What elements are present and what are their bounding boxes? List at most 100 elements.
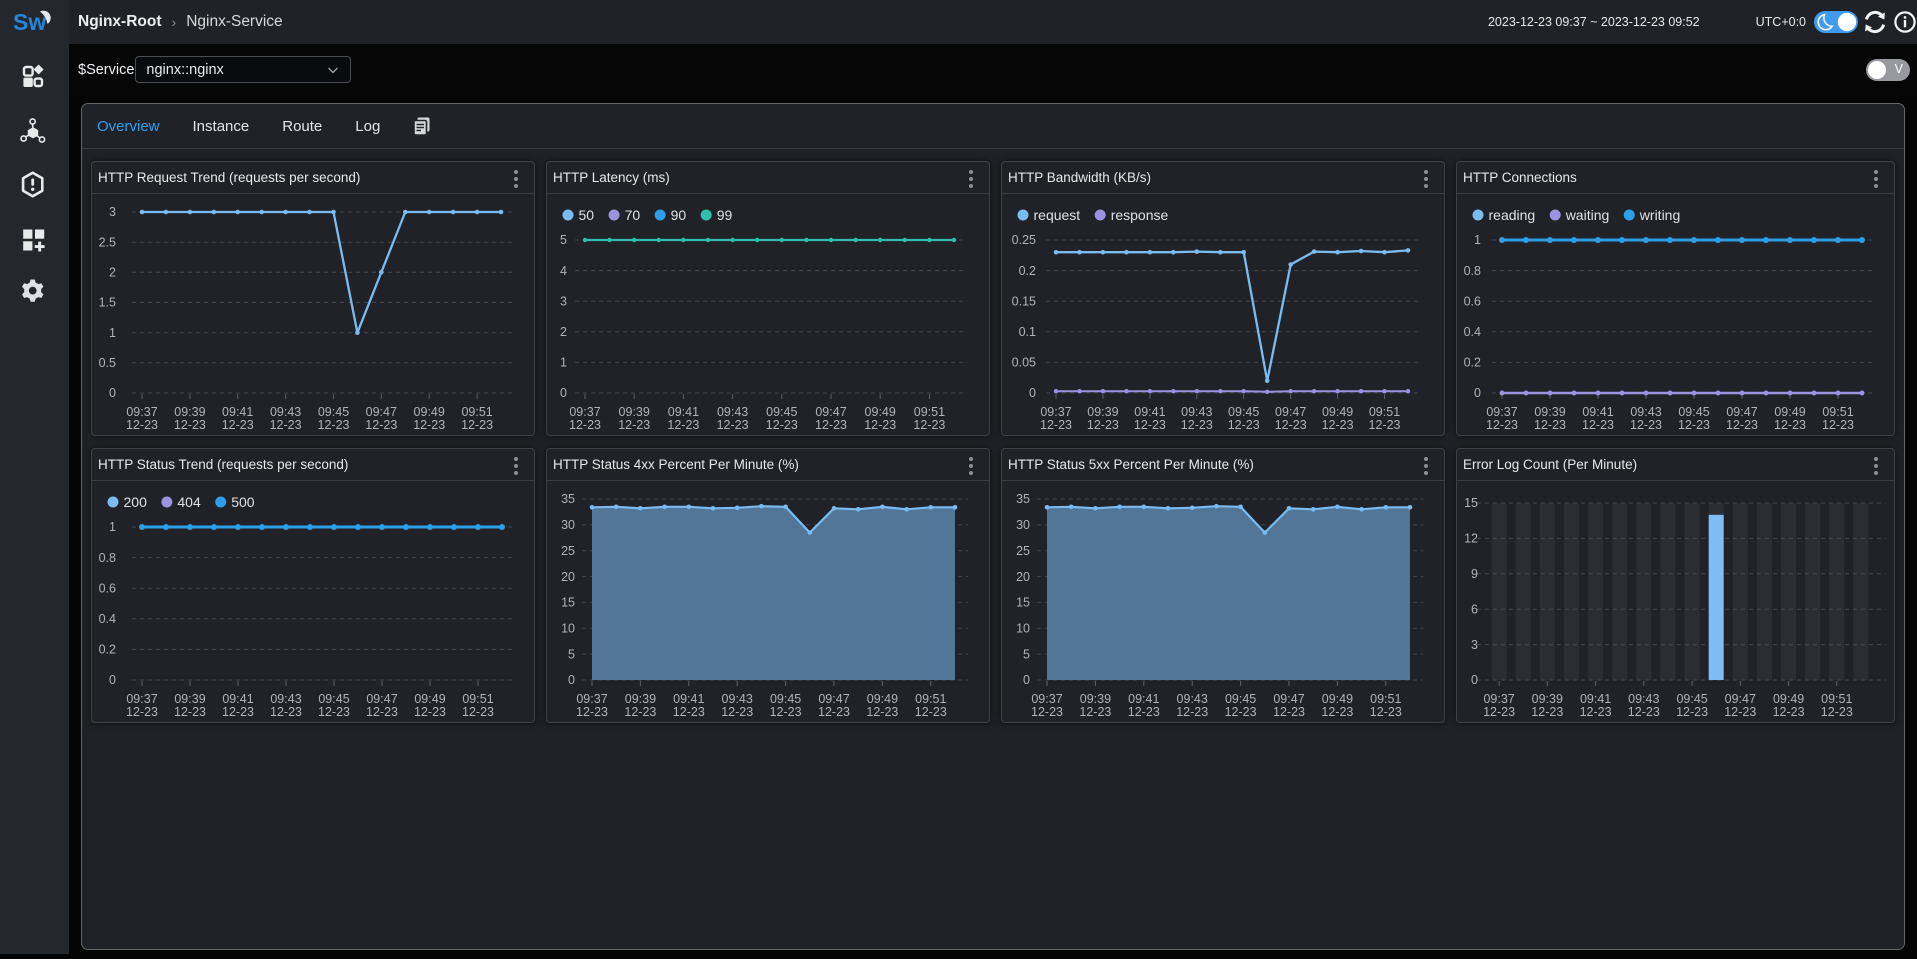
svg-text:09:49: 09:49 — [867, 692, 898, 706]
svg-text:0: 0 — [109, 386, 116, 400]
svg-text:12-23: 12-23 — [1275, 418, 1307, 432]
svg-text:09:37: 09:37 — [569, 405, 600, 419]
svg-text:09:41: 09:41 — [1580, 692, 1611, 706]
svg-text:12-23: 12-23 — [1228, 418, 1260, 432]
svg-text:12-23: 12-23 — [1225, 705, 1257, 719]
svg-text:1: 1 — [109, 520, 116, 534]
svg-text:09:45: 09:45 — [1228, 405, 1259, 419]
svg-text:12-23: 12-23 — [462, 705, 494, 719]
svg-text:0.1: 0.1 — [1019, 325, 1036, 339]
svg-text:5: 5 — [1023, 647, 1030, 661]
svg-text:12-23: 12-23 — [1087, 418, 1119, 432]
svg-text:2: 2 — [560, 325, 567, 339]
svg-text:25: 25 — [561, 544, 575, 558]
svg-text:0.4: 0.4 — [1464, 325, 1481, 339]
svg-text:1: 1 — [109, 326, 116, 340]
svg-text:12-23: 12-23 — [717, 418, 749, 432]
svg-text:12-23: 12-23 — [569, 418, 601, 432]
svg-text:09:47: 09:47 — [1275, 405, 1306, 419]
svg-text:0.5: 0.5 — [99, 356, 116, 370]
svg-text:12-23: 12-23 — [1486, 418, 1518, 432]
svg-text:12-23: 12-23 — [461, 418, 493, 432]
svg-text:3: 3 — [109, 205, 116, 219]
svg-text:09:51: 09:51 — [914, 405, 945, 419]
svg-text:15: 15 — [1016, 596, 1030, 610]
svg-text:09:45: 09:45 — [318, 405, 349, 419]
svg-text:50: 50 — [579, 207, 595, 223]
svg-text:09:47: 09:47 — [815, 405, 846, 419]
svg-text:12-23: 12-23 — [1628, 705, 1660, 719]
svg-text:09:39: 09:39 — [174, 692, 205, 706]
svg-text:15: 15 — [1464, 496, 1478, 510]
svg-text:09:49: 09:49 — [865, 405, 896, 419]
svg-text:12-23: 12-23 — [766, 418, 798, 432]
svg-text:12-23: 12-23 — [770, 705, 802, 719]
svg-text:12: 12 — [1464, 532, 1478, 546]
svg-text:12-23: 12-23 — [1369, 418, 1401, 432]
svg-text:09:39: 09:39 — [1080, 692, 1111, 706]
svg-text:09:47: 09:47 — [1273, 692, 1304, 706]
svg-text:30: 30 — [561, 518, 575, 532]
svg-text:09:37: 09:37 — [1040, 405, 1071, 419]
svg-text:0.2: 0.2 — [1019, 264, 1036, 278]
svg-text:12-23: 12-23 — [1370, 705, 1402, 719]
svg-text:09:49: 09:49 — [414, 692, 445, 706]
svg-text:2.5: 2.5 — [99, 235, 116, 249]
svg-text:12-23: 12-23 — [1582, 418, 1614, 432]
svg-text:09:41: 09:41 — [222, 692, 253, 706]
svg-text:12-23: 12-23 — [1321, 705, 1353, 719]
svg-text:20: 20 — [561, 570, 575, 584]
svg-text:09:43: 09:43 — [1177, 692, 1208, 706]
svg-text:09:51: 09:51 — [1369, 405, 1400, 419]
svg-text:35: 35 — [561, 492, 575, 506]
svg-text:4: 4 — [560, 264, 567, 278]
svg-text:12-23: 12-23 — [673, 705, 705, 719]
svg-text:12-23: 12-23 — [126, 705, 158, 719]
svg-text:12-23: 12-23 — [1322, 418, 1354, 432]
svg-text:30: 30 — [1016, 518, 1030, 532]
svg-text:0.6: 0.6 — [99, 581, 116, 595]
svg-text:09:41: 09:41 — [1582, 405, 1613, 419]
svg-text:12-23: 12-23 — [866, 705, 898, 719]
svg-text:09:39: 09:39 — [1534, 405, 1565, 419]
svg-text:25: 25 — [1016, 544, 1030, 558]
svg-text:0.8: 0.8 — [1464, 264, 1481, 278]
svg-text:12-23: 12-23 — [366, 705, 398, 719]
svg-text:12-23: 12-23 — [1534, 418, 1566, 432]
svg-text:12-23: 12-23 — [222, 705, 254, 719]
svg-text:reading: reading — [1489, 207, 1536, 223]
svg-text:12-23: 12-23 — [270, 418, 302, 432]
svg-text:09:47: 09:47 — [1725, 692, 1756, 706]
svg-text:09:39: 09:39 — [1532, 692, 1563, 706]
svg-text:09:39: 09:39 — [619, 405, 650, 419]
svg-text:1: 1 — [560, 356, 567, 370]
svg-text:20: 20 — [1016, 570, 1030, 584]
svg-text:09:41: 09:41 — [1128, 692, 1159, 706]
svg-text:09:45: 09:45 — [1676, 692, 1707, 706]
svg-text:12-23: 12-23 — [1676, 705, 1708, 719]
svg-text:09:49: 09:49 — [1773, 692, 1804, 706]
svg-text:09:45: 09:45 — [1225, 692, 1256, 706]
svg-text:12-23: 12-23 — [618, 418, 650, 432]
svg-text:09:43: 09:43 — [717, 405, 748, 419]
svg-text:request: request — [1034, 207, 1081, 223]
svg-text:12-23: 12-23 — [818, 705, 850, 719]
svg-text:1.5: 1.5 — [99, 296, 116, 310]
svg-text:10: 10 — [1016, 622, 1030, 636]
svg-text:Sw: Sw — [13, 9, 46, 35]
svg-text:12-23: 12-23 — [1726, 418, 1758, 432]
svg-text:12-23: 12-23 — [1678, 418, 1710, 432]
svg-text:0: 0 — [109, 673, 116, 687]
svg-text:response: response — [1111, 207, 1169, 223]
svg-text:200: 200 — [124, 494, 148, 510]
svg-text:09:51: 09:51 — [1370, 692, 1401, 706]
svg-text:12-23: 12-23 — [576, 705, 608, 719]
svg-text:12-23: 12-23 — [721, 705, 753, 719]
svg-text:09:37: 09:37 — [126, 405, 157, 419]
svg-text:15: 15 — [561, 596, 575, 610]
svg-text:12-23: 12-23 — [1531, 705, 1563, 719]
svg-text:09:49: 09:49 — [1322, 692, 1353, 706]
svg-text:12-23: 12-23 — [270, 705, 302, 719]
svg-text:09:45: 09:45 — [766, 405, 797, 419]
svg-text:12-23: 12-23 — [413, 418, 445, 432]
